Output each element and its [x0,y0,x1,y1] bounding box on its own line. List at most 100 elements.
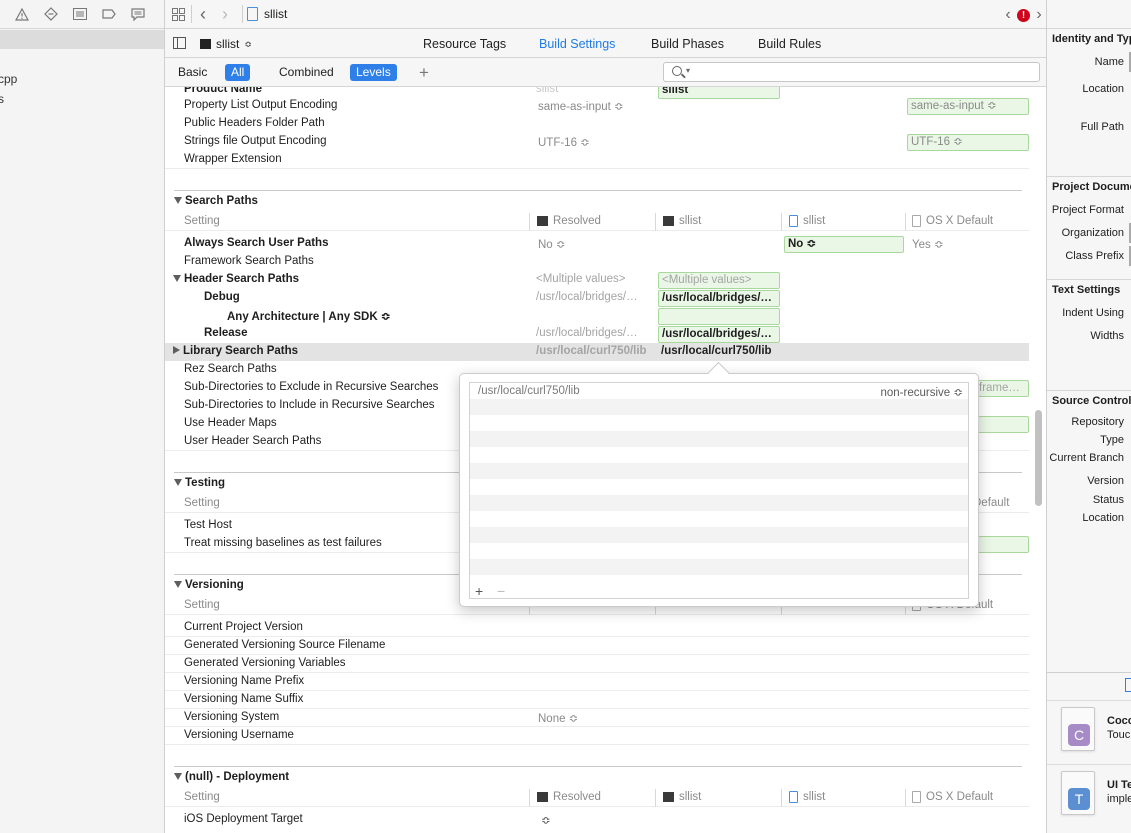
setting-label: Versioning System [184,711,280,723]
project-value-field[interactable]: No ≎ [784,236,904,253]
list-icon[interactable] [72,7,88,21]
add-path-button[interactable]: + [475,583,483,599]
filter-all-button[interactable]: All [225,64,251,81]
resolved-value: /usr/local/bridges/… [536,327,638,339]
tab-build-settings[interactable]: Build Settings [539,37,615,51]
setting-row[interactable]: Release /usr/local/bridges/… /usr/local/… [165,325,1029,343]
setting-row[interactable]: Debug /usr/local/bridges/… /usr/local/br… [165,289,1029,307]
inspector-label-current-branch: Current Branch [1049,452,1124,464]
related-items-icon[interactable] [171,7,185,21]
setting-row[interactable]: Property List Output Encoding same-as-in… [165,97,1029,115]
error-badge[interactable]: ! [1017,8,1030,22]
list-row[interactable] [470,511,968,527]
back-chevron-icon[interactable]: ‹ [192,5,214,23]
target-selector[interactable]: sllist ≎ [200,37,252,51]
next-issue-icon[interactable]: › [1034,6,1044,24]
search-path-entry[interactable]: /usr/local/curl750/lib non-recursive ≎ [470,383,968,399]
setting-row[interactable]: Versioning Name Prefix [165,673,1029,691]
setting-row[interactable]: Generated Versioning Source Filename [165,637,1029,655]
filter-basic-button[interactable]: Basic [172,64,213,81]
filter-levels-button[interactable]: Levels [350,64,397,81]
jump-bar-file-name[interactable]: sllist [264,7,287,21]
sidebar-toggle-icon[interactable] [173,37,186,49]
setting-row[interactable]: Header Search Paths <Multiple values> <M… [165,271,1029,289]
library-item-cocoa-touch-class[interactable]: C Cocoa Touch [1047,700,1131,762]
default-value-field[interactable]: UTF-16 ≎ [907,134,1029,151]
setting-row-selected[interactable]: Library Search Paths /usr/local/curl750/… [165,343,1029,361]
list-row[interactable] [470,399,968,415]
file-inspector: Identity and Type Name Location Full Pat… [1046,0,1131,833]
forward-chevron-icon[interactable]: › [214,5,236,23]
section-header-testing[interactable]: Testing [174,477,225,489]
navigator-toolbar [0,0,164,29]
target-value-field[interactable]: /usr/local/bridges/… [658,326,780,343]
navigator-file-cpp[interactable]: cpp [0,72,17,86]
recursive-mode-popup[interactable]: non-recursive ≎ [881,385,964,399]
settings-search-field[interactable]: ▾ [663,62,1040,82]
setting-row[interactable]: Versioning System None ≎ [165,709,1029,727]
setting-row[interactable]: Always Search User Paths No ≎ No ≎ Yes ≎ [165,235,1029,253]
column-separator [655,789,656,807]
setting-row[interactable]: Versioning Name Suffix [165,691,1029,709]
disclosure-triangle-icon[interactable] [173,346,180,354]
setting-row[interactable]: Strings file Output Encoding UTF-16 ≎ UT… [165,133,1029,151]
section-header-deployment[interactable]: (null) - Deployment [174,771,289,783]
disclosure-triangle-icon[interactable] [174,479,182,486]
library-selector-icon[interactable] [1125,678,1131,692]
setting-label: Public Headers Folder Path [184,117,325,129]
breakpoint-icon[interactable] [43,7,59,21]
default-value-field[interactable]: same-as-input ≎ [907,98,1029,115]
list-row[interactable] [470,415,968,431]
tab-build-rules[interactable]: Build Rules [758,37,821,51]
disclosure-triangle-icon[interactable] [174,197,182,204]
section-header-versioning[interactable]: Versioning [174,579,244,591]
settings-scrollbar[interactable] [1035,410,1042,506]
search-paths-list: /usr/local/curl750/lib non-recursive ≎ [469,382,969,599]
setting-row[interactable]: Framework Search Paths [165,253,1029,271]
tab-resource-tags[interactable]: Resource Tags [423,37,506,51]
list-row[interactable] [470,495,968,511]
jump-bar: ‹ › sllist ‹ ! › [165,0,1046,29]
list-row[interactable] [470,431,968,447]
previous-issue-icon[interactable]: ‹ [1003,6,1013,24]
setting-row[interactable]: Versioning Username [165,727,1029,745]
setting-label[interactable]: Any Architecture | Any SDK ≎ [227,309,390,323]
list-row[interactable] [470,527,968,543]
setting-row[interactable]: Wrapper Extension [165,151,1029,169]
list-row[interactable] [470,559,968,575]
add-setting-icon[interactable]: + [419,63,429,83]
target-value-field[interactable] [658,308,780,325]
filter-combined-button[interactable]: Combined [273,64,340,81]
column-header-project: sllist [789,791,825,803]
inspector-label-name: Name [1094,56,1124,68]
remove-path-button[interactable]: − [497,583,505,599]
list-row[interactable] [470,447,968,463]
setting-row[interactable]: Generated Versioning Variables [165,655,1029,673]
search-path-value[interactable]: /usr/local/curl750/lib [478,385,580,397]
tag-icon[interactable] [101,7,117,21]
setting-row[interactable]: Public Headers Folder Path [165,115,1029,133]
disclosure-triangle-icon[interactable] [174,581,182,588]
resolved-value[interactable]: ≎ [541,813,551,827]
warning-icon[interactable] [14,7,30,21]
navigator-file-s[interactable]: s [0,92,4,106]
list-row[interactable] [470,463,968,479]
section-header-search-paths[interactable]: Search Paths [174,195,258,207]
selected-navigator-row[interactable] [0,30,164,49]
target-value-field[interactable]: /usr/local/bridges/… [658,290,780,307]
library-item-ui-test-case[interactable]: T UI Te imple [1047,764,1131,826]
list-row[interactable] [470,479,968,495]
disclosure-triangle-icon[interactable] [174,773,182,780]
search-dropdown-icon[interactable]: ▾ [686,66,690,75]
tab-build-phases[interactable]: Build Phases [651,37,724,51]
target-value[interactable]: /usr/local/curl750/lib [661,345,772,357]
toolbar-separator [242,5,243,23]
comment-icon[interactable] [130,7,146,21]
setting-row[interactable]: Any Architecture | Any SDK ≎ [165,307,1029,325]
list-row[interactable] [470,543,968,559]
disclosure-triangle-icon[interactable] [173,275,181,282]
target-value-field[interactable]: <Multiple values> [658,272,780,289]
setting-row[interactable]: iOS Deployment Target ≎ [165,811,1029,829]
setting-row[interactable]: Current Project Version [165,619,1029,637]
library-item-title: UI Te [1107,779,1131,791]
